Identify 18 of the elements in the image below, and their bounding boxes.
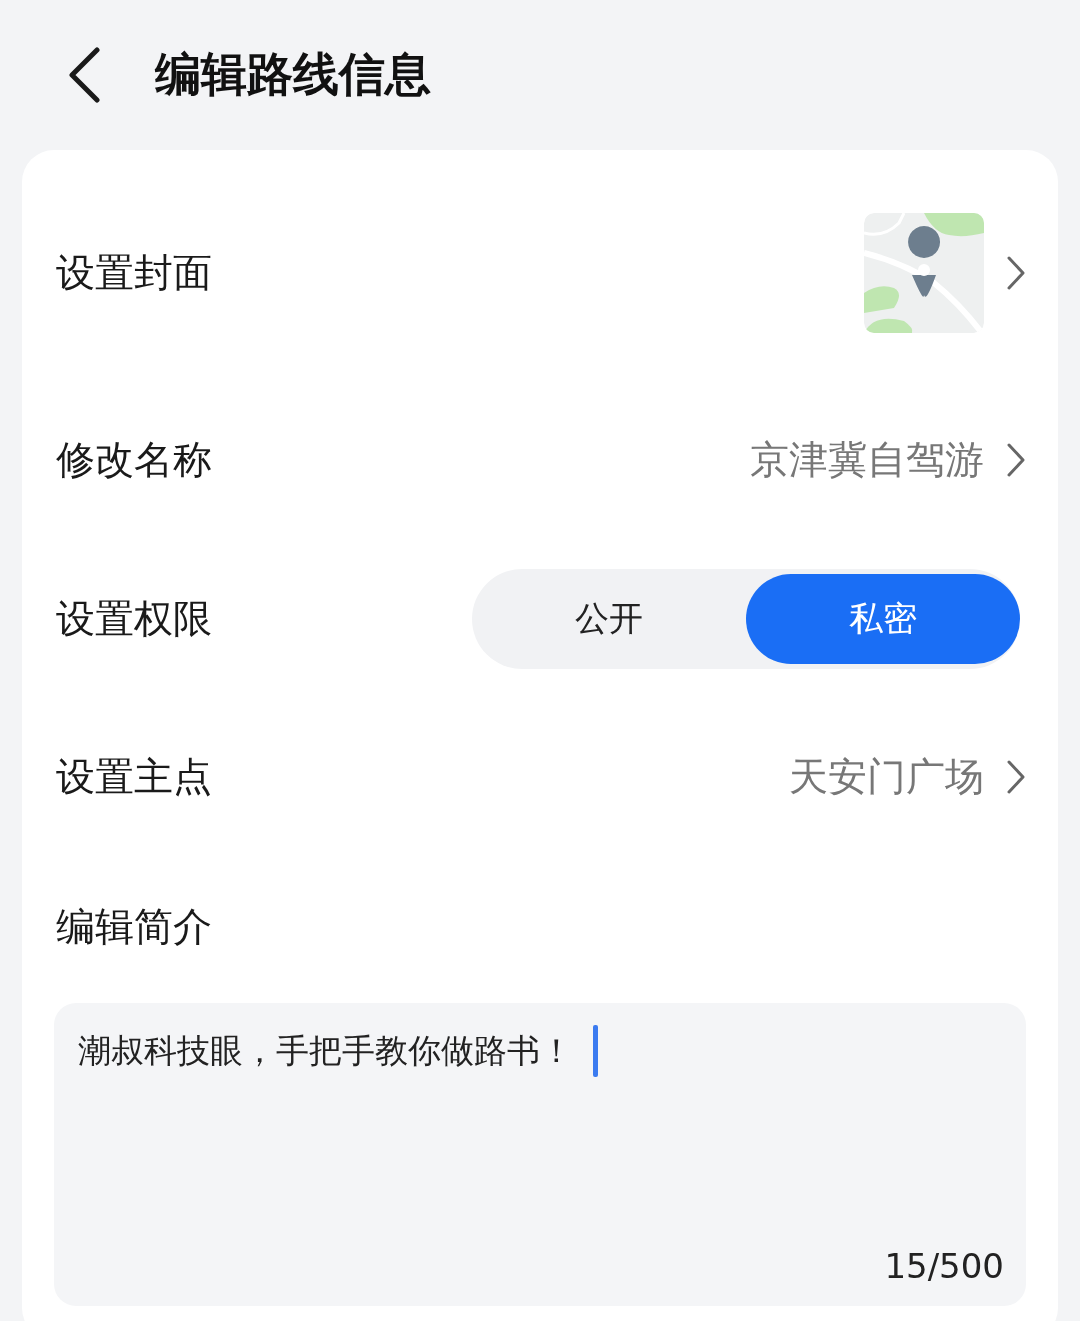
row-label: 设置权限 xyxy=(55,595,212,643)
field-value: 潮叔科技眼，手把手教你做路书！ xyxy=(78,1029,573,1072)
text-cursor xyxy=(593,1025,598,1077)
char-counter: 15/500 xyxy=(884,1246,1004,1286)
row-label: 编辑简介 xyxy=(55,903,212,951)
segment-option[interactable]: 公开 xyxy=(472,569,746,669)
row-label: 设置封面 xyxy=(55,249,212,297)
row-label: 修改名称 xyxy=(55,436,212,484)
intro-field[interactable]: 潮叔科技眼，手把手教你做路书！ 15/500 xyxy=(54,1003,1026,1306)
chevron-icon[interactable] xyxy=(1006,255,1026,291)
row-value[interactable]: 天安门广场 xyxy=(789,750,984,804)
row-value[interactable]: 京津冀自驾游 xyxy=(750,433,984,487)
row-label: 设置主点 xyxy=(55,753,212,801)
back-icon[interactable] xyxy=(67,47,101,103)
segment-option[interactable]: 私密 xyxy=(746,574,1020,664)
page-title: 编辑路线信息 xyxy=(155,46,431,103)
chevron-icon[interactable] xyxy=(1006,442,1026,478)
chevron-icon[interactable] xyxy=(1006,759,1026,795)
